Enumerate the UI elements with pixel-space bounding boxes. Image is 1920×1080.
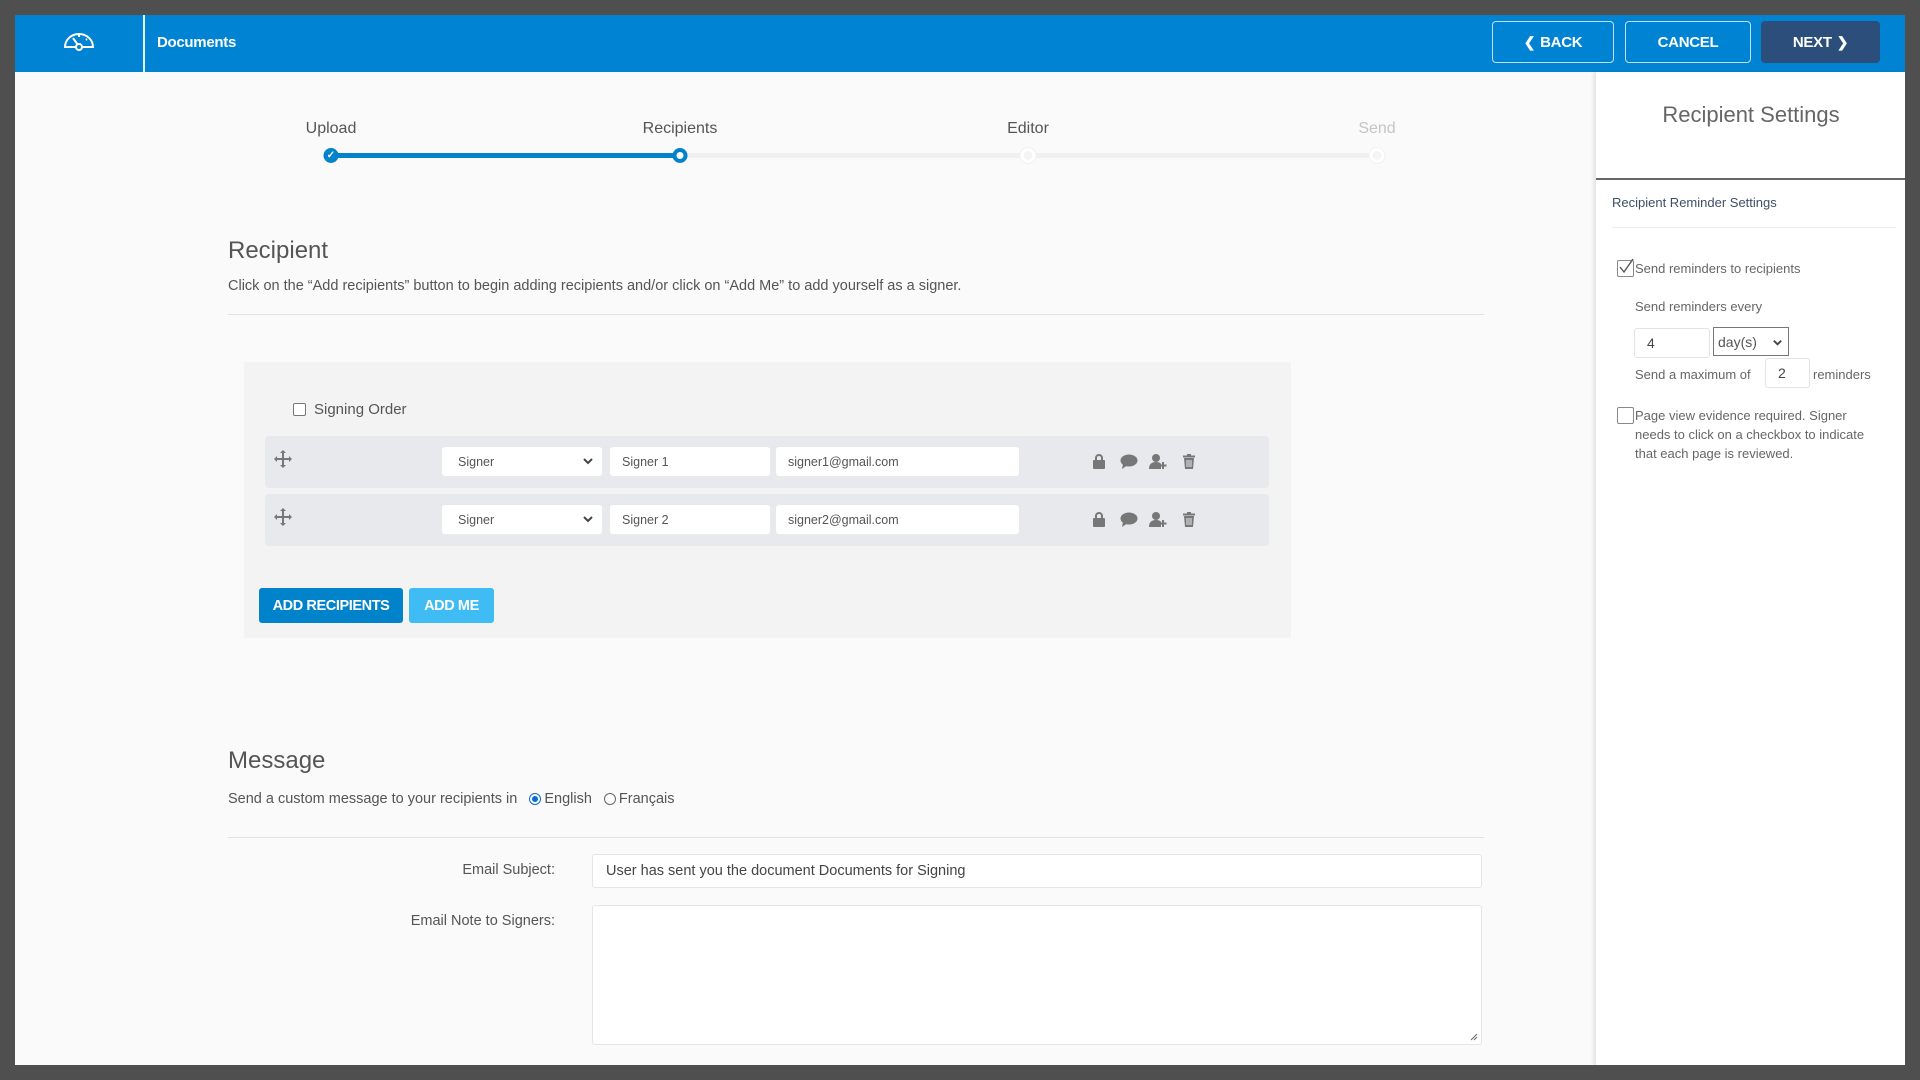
recipient-name-input[interactable]: Signer 1 [610,447,770,476]
back-button[interactable]: ❮ BACK [1492,21,1614,63]
dashboard-gauge-icon [63,31,95,56]
chevron-down-icon [583,458,593,465]
page-title: Documents [157,34,236,51]
step-upload-check-icon: ✓ [323,148,339,163]
trash-icon[interactable] [1179,452,1198,471]
recipient-row-actions [1089,452,1198,471]
lock-icon[interactable] [1089,510,1108,529]
step-label-editor[interactable]: Editor [1007,120,1049,138]
add-me-button[interactable]: ADD ME [409,588,494,623]
cancel-button[interactable]: CANCEL [1625,21,1751,63]
chevron-down-icon [583,516,593,523]
signing-order-toggle[interactable]: Signing Order [293,401,407,418]
home-logo[interactable] [15,15,143,72]
reminder-unit-value: day(s) [1718,333,1757,350]
cancel-button-label: CANCEL [1657,33,1719,51]
drag-handle-icon[interactable] [274,508,292,526]
page-view-evidence-label: Page view evidence required. Signer need… [1635,408,1865,461]
language-selector: Send a custom message to your recipients… [228,791,675,807]
chevron-left-icon: ❮ [1523,33,1536,50]
recipient-role-value: Signer [458,512,495,527]
settings-panel-title: Recipient Settings [1662,102,1840,127]
drag-handle-icon[interactable] [274,450,292,468]
recipient-heading: Recipient [228,237,329,264]
lock-icon[interactable] [1089,452,1108,471]
send-reminders-checkbox[interactable] [1617,258,1634,277]
step-label-upload[interactable]: Upload [306,120,357,138]
chevron-right-icon: ❯ [1836,33,1849,50]
trash-icon[interactable] [1179,510,1198,529]
comment-icon[interactable] [1119,510,1138,529]
step-recipients-dot [672,148,688,163]
recipient-settings-panel: Recipient Settings Recipient Reminder Se… [1595,72,1905,1065]
max-reminders-prefix: Send a maximum of [1635,367,1751,382]
email-subject-label: Email Subject: [462,862,555,878]
add-user-icon[interactable] [1149,452,1168,471]
max-reminders-suffix: reminders [1813,367,1871,382]
language-prompt: Send a custom message to your recipients… [228,791,518,807]
header-divider [143,15,145,72]
add-user-icon[interactable] [1149,510,1168,529]
resize-grip-icon[interactable] [1470,1033,1478,1041]
signing-order-label: Signing Order [314,401,407,418]
reminder-settings-heading: Recipient Reminder Settings [1612,195,1777,210]
signing-order-checkbox[interactable] [293,403,306,416]
recipient-role-select[interactable]: Signer [442,505,602,534]
recipient-row: Signer Signer 2 signer2@gmail.com [265,494,1269,546]
reminder-interval-input[interactable]: 4 [1634,328,1710,358]
recipient-row-actions [1089,510,1198,529]
app-window: Documents ❮ BACK CANCEL NEXT ❯ Upload Re… [15,15,1905,1065]
recipient-email-input[interactable]: signer2@gmail.com [776,505,1019,534]
french-radio[interactable] [603,793,616,805]
language-option-english[interactable]: English [529,791,592,807]
email-subject-input[interactable]: User has sent you the document Documents… [592,854,1482,888]
checkmark-icon [1619,258,1634,274]
recipient-description: Click on the “Add recipients” button to … [228,278,962,294]
step-label-send: Send [1358,120,1396,137]
add-recipients-button[interactable]: ADD RECIPIENTS [259,588,403,623]
recipient-row: Signer Signer 1 signer1@gmail.com [265,436,1269,488]
recipient-role-select[interactable]: Signer [442,447,602,476]
comment-icon[interactable] [1119,452,1138,471]
reminder-settings-divider [1612,227,1896,228]
send-reminders-label: Send reminders to recipients [1635,261,1801,276]
next-button[interactable]: NEXT ❯ [1761,21,1880,63]
page-view-evidence-checkbox[interactable] [1617,407,1634,424]
english-radio[interactable] [529,793,542,805]
step-send-dot [1369,148,1385,163]
english-label: English [544,791,592,807]
settings-title-divider [1596,178,1905,180]
message-heading: Message [228,747,326,774]
language-option-french[interactable]: Français [603,791,675,807]
top-bar: Documents ❮ BACK CANCEL NEXT ❯ [15,15,1905,72]
recipient-role-value: Signer [458,454,495,469]
email-note-textarea[interactable] [592,905,1482,1045]
recipient-divider [228,314,1484,315]
chevron-down-icon [1773,340,1782,346]
step-progress-fill [331,153,680,158]
reminder-unit-select[interactable]: day(s) [1713,327,1789,356]
french-label: Français [618,791,675,807]
step-label-recipients[interactable]: Recipients [643,120,718,138]
message-divider [228,837,1484,838]
max-reminders-input[interactable]: 2 [1765,358,1810,388]
next-button-label: NEXT [1792,33,1832,51]
back-button-label: BACK [1540,33,1583,51]
recipient-name-input[interactable]: Signer 2 [610,505,770,534]
recipient-email-input[interactable]: signer1@gmail.com [776,447,1019,476]
step-editor-dot [1020,148,1036,163]
reminder-interval-label: Send reminders every [1635,299,1763,314]
email-note-label: Email Note to Signers: [410,913,555,929]
